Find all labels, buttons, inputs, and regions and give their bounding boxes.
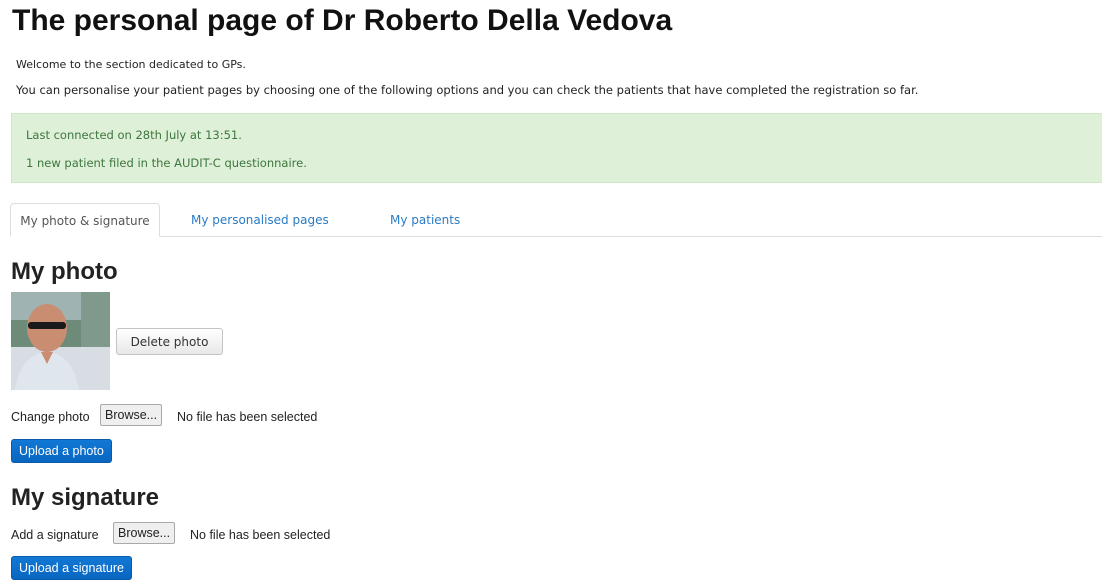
upload-photo-button[interactable]: Upload a photo: [11, 439, 112, 463]
photo-file-status: No file has been selected: [177, 410, 318, 424]
delete-photo-button[interactable]: Delete photo: [116, 328, 223, 355]
photo-browse-button[interactable]: Browse...: [100, 404, 163, 426]
upload-signature-button[interactable]: Upload a signature: [11, 556, 132, 580]
welcome-text: Welcome to the section dedicated to GPs.: [16, 58, 246, 71]
signature-heading: My signature: [11, 484, 160, 511]
photo-heading: My photo: [11, 258, 118, 285]
description-text: You can personalise your patient pages b…: [16, 83, 919, 97]
signature-browse-button[interactable]: Browse...: [113, 522, 176, 544]
page-title: The personal page of Dr Roberto Della Ve…: [12, 4, 673, 37]
profile-photo: [11, 292, 110, 390]
tab-my-patients[interactable]: My patients: [390, 203, 460, 237]
new-patient-text: 1 new patient filed in the AUDIT-C quest…: [26, 156, 307, 170]
signature-file-status: No file has been selected: [190, 528, 331, 542]
tab-photo-signature[interactable]: My photo & signature: [10, 203, 160, 237]
status-alert: Last connected on 28th July at 13:51. 1 …: [11, 113, 1102, 183]
tabs-divider: [10, 236, 1102, 237]
tab-personalised-pages[interactable]: My personalised pages: [191, 203, 329, 237]
change-photo-label: Change photo: [11, 410, 90, 424]
last-connected-text: Last connected on 28th July at 13:51.: [26, 128, 242, 142]
add-signature-label: Add a signature: [11, 528, 99, 542]
